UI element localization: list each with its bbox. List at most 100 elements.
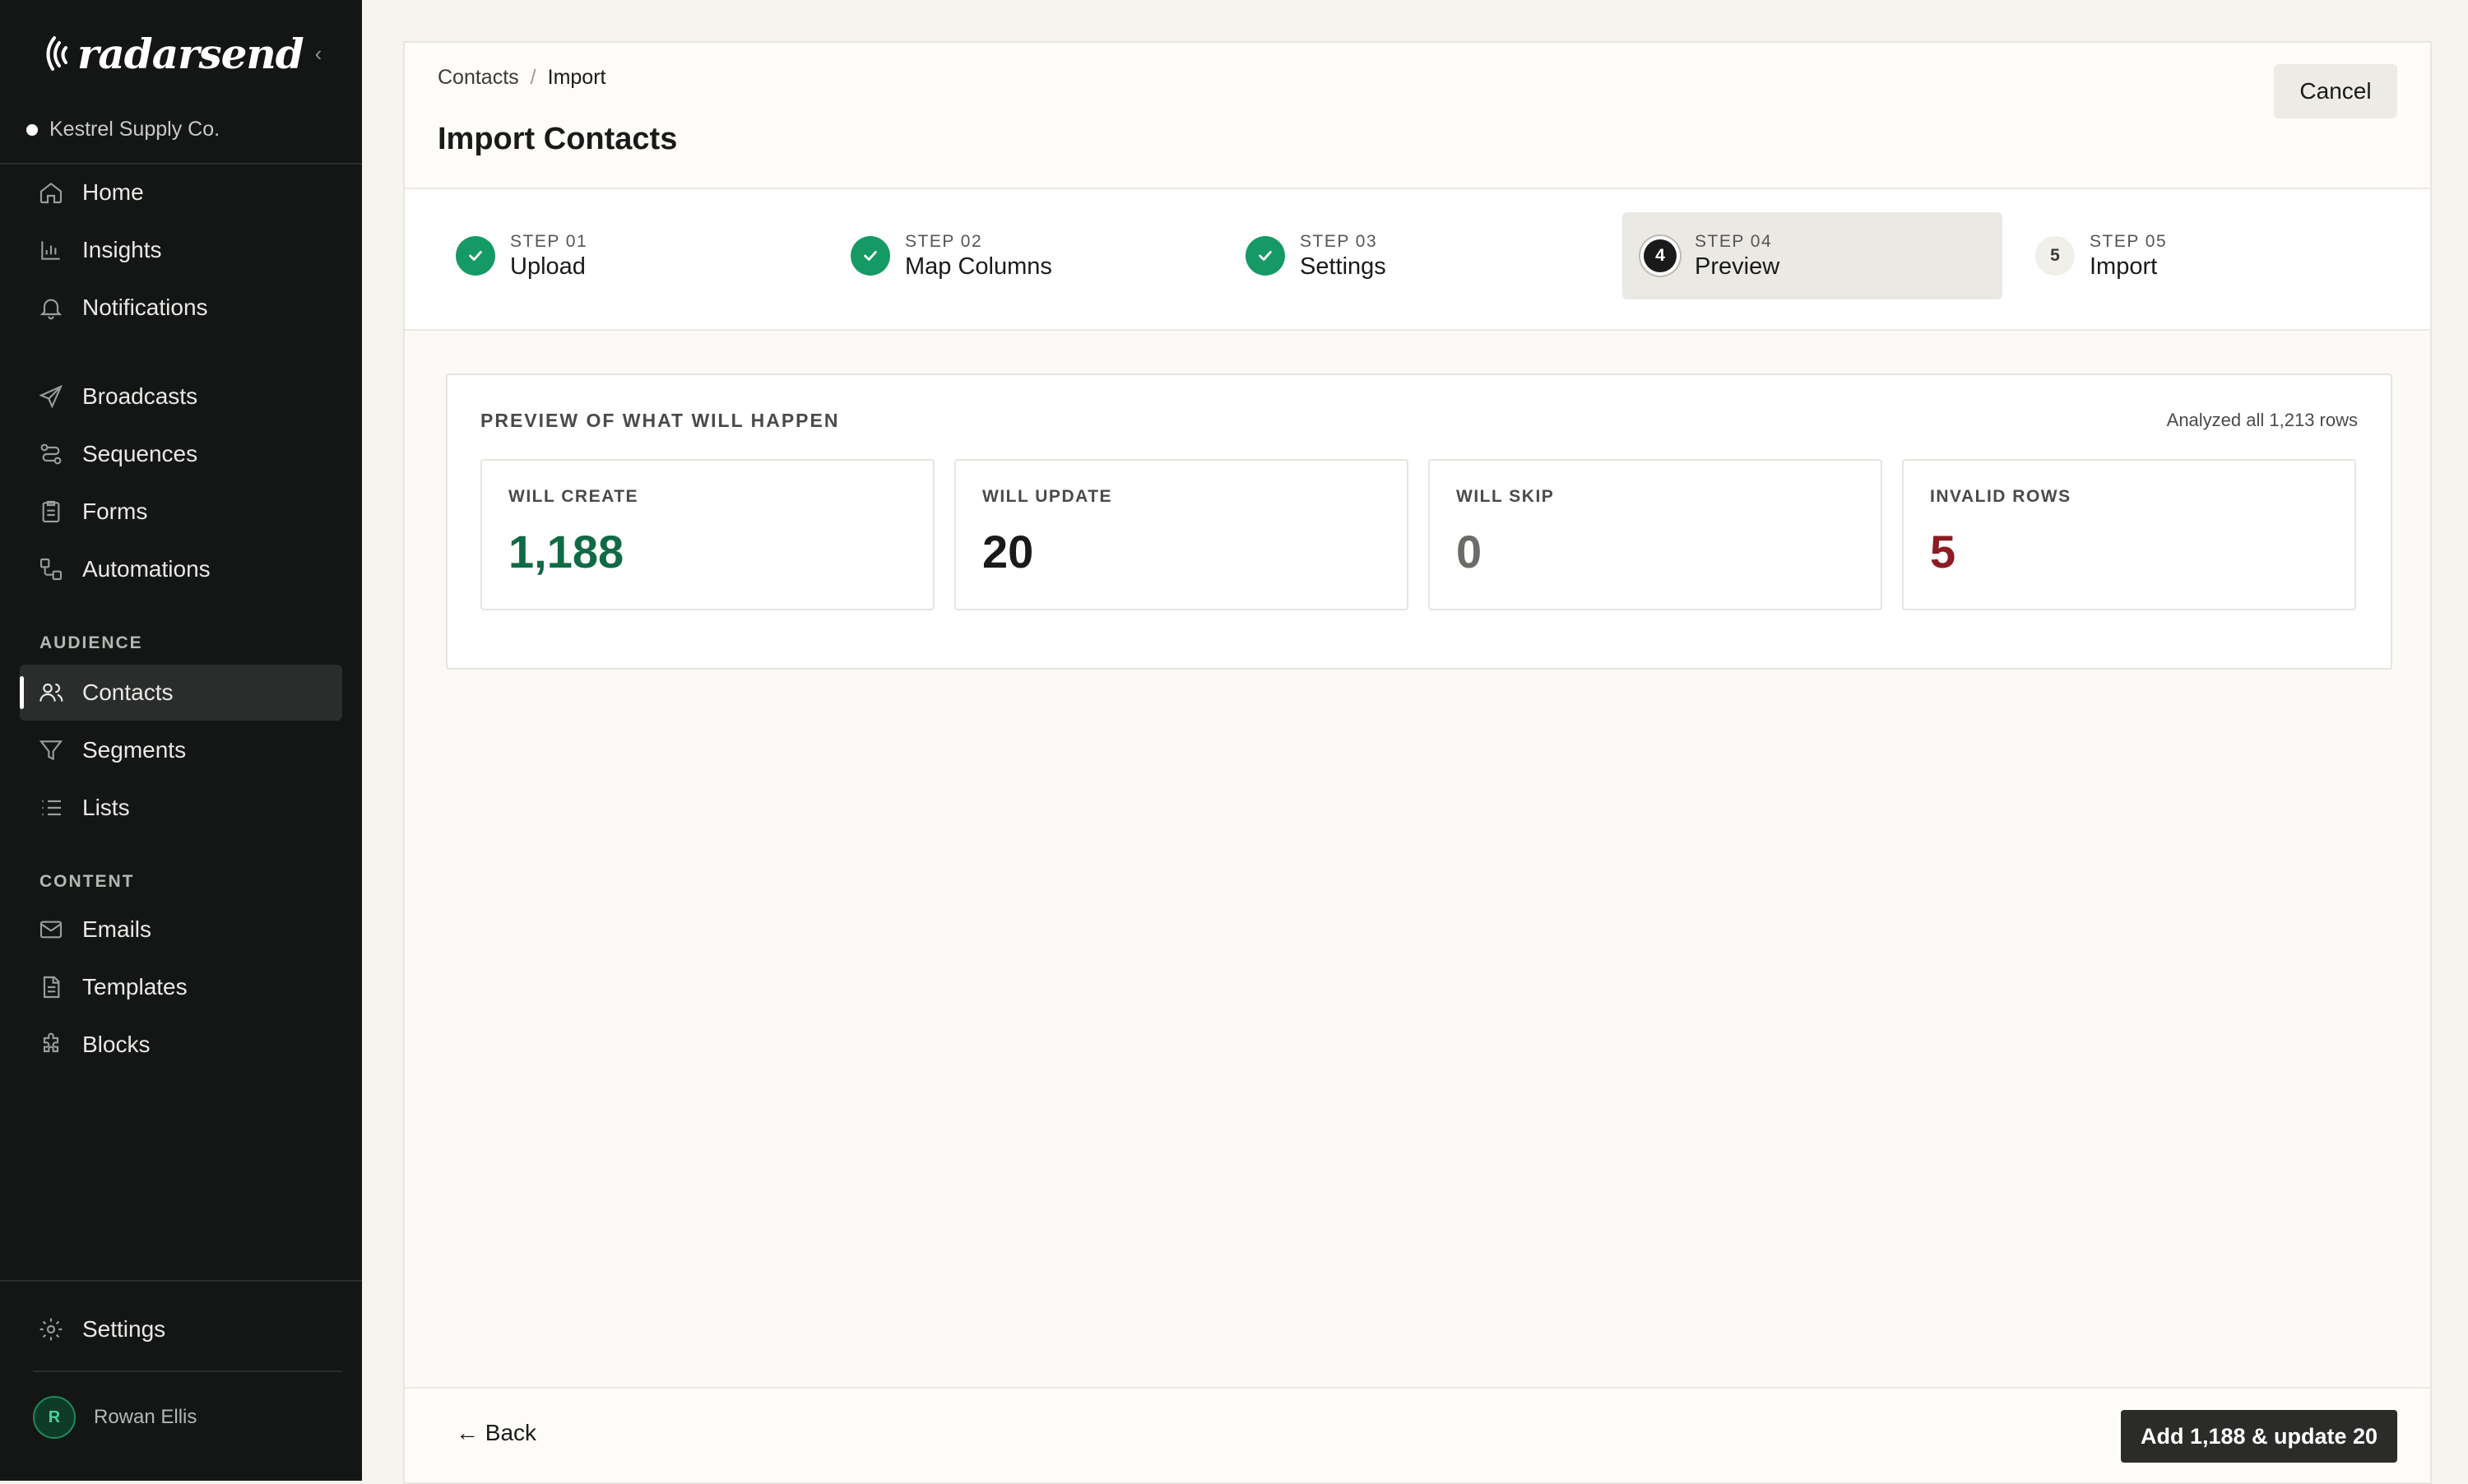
stat-label: WILL SKIP	[1456, 487, 1555, 506]
send-icon	[39, 384, 63, 409]
sidebar-item-label: Sequences	[82, 441, 198, 466]
mail-icon	[39, 921, 63, 939]
page-header: Contacts / Import Import Contacts Cancel	[405, 43, 2430, 188]
sidebar-divider	[0, 1280, 362, 1282]
step-name: Settings	[1300, 253, 1386, 280]
sidebar-item-templates[interactable]: Templates	[20, 959, 342, 1015]
bell-icon	[39, 299, 63, 320]
step-number-label: STEP 02	[905, 231, 983, 251]
breadcrumb: Contacts / Import	[438, 66, 605, 90]
document-icon	[43, 976, 60, 999]
import-wizard-panel: Contacts / Import Import Contacts Cancel…	[403, 41, 2432, 1484]
step-number-badge: 4	[1644, 239, 1677, 272]
stepper-divider	[405, 329, 2430, 331]
sidebar-item-forms[interactable]: Forms	[20, 484, 342, 540]
stat-will-update: WILL UPDATE 20	[954, 459, 1408, 610]
sidebar-item-label: Blocks	[82, 1032, 151, 1057]
wizard-footer: ← Back Add 1,188 & update 20	[405, 1389, 2430, 1482]
brand-logo[interactable]: radarsend	[38, 28, 304, 79]
brand-name: radarsend	[77, 29, 304, 78]
user-name: Rowan Ellis	[94, 1406, 197, 1428]
back-button[interactable]: ← Back	[456, 1420, 536, 1446]
step-preview[interactable]: 4 STEP 04 Preview	[1622, 212, 2002, 299]
step-name: Map Columns	[905, 253, 1052, 280]
sidebar-item-notifications[interactable]: Notifications	[20, 280, 342, 336]
stat-label: INVALID ROWS	[1930, 487, 2071, 506]
preview-title: PREVIEW OF WHAT WILL HAPPEN	[480, 410, 840, 431]
import-stepper: STEP 01 Upload STEP 02 Map Columns STEP …	[405, 189, 2430, 329]
check-icon	[851, 236, 890, 276]
filter-icon	[39, 740, 63, 761]
user-menu[interactable]: R Rowan Ellis	[33, 1396, 197, 1439]
sequence-icon	[40, 443, 62, 465]
stat-invalid-rows: INVALID ROWS 5	[1902, 459, 2356, 610]
list-icon	[42, 800, 61, 816]
step-import[interactable]: 5 STEP 05 Import	[2017, 212, 2397, 299]
step-settings[interactable]: STEP 03 Settings	[1227, 212, 1607, 299]
sidebar-item-segments[interactable]: Segments	[20, 722, 342, 778]
sidebar-item-label: Insights	[82, 237, 162, 262]
page-title: Import Contacts	[438, 122, 678, 156]
sidebar-item-label: Broadcasts	[82, 383, 198, 409]
step-number-badge: 5	[2035, 236, 2075, 276]
step-upload[interactable]: STEP 01 Upload	[438, 212, 818, 299]
sidebar-item-label: Templates	[82, 974, 188, 999]
step-name: Preview	[1695, 253, 1780, 280]
section-label-content: CONTENT	[39, 872, 135, 891]
puzzle-icon	[43, 1032, 59, 1053]
sidebar-item-emails[interactable]: Emails	[20, 902, 342, 958]
sidebar: radarsend ‹ Kestrel Supply Co. Home Insi…	[0, 0, 362, 1481]
step-number-label: STEP 03	[1300, 231, 1378, 251]
collapse-sidebar-icon[interactable]: ‹	[306, 41, 331, 66]
sidebar-item-label: Segments	[82, 737, 187, 763]
sidebar-item-settings[interactable]: Settings	[20, 1301, 342, 1357]
workspace-switcher[interactable]: Kestrel Supply Co.	[26, 118, 220, 141]
step-number-label: STEP 01	[510, 231, 588, 251]
workspace-name: Kestrel Supply Co.	[49, 118, 220, 141]
stat-value: 5	[1930, 526, 1956, 577]
sidebar-item-contacts[interactable]: Contacts	[20, 665, 342, 721]
sidebar-item-home[interactable]: Home	[20, 165, 342, 220]
sidebar-item-automations[interactable]: Automations	[20, 541, 342, 597]
confirm-import-button[interactable]: Add 1,188 & update 20	[2121, 1410, 2397, 1463]
avatar: R	[33, 1396, 76, 1439]
step-number-label: STEP 05	[2090, 231, 2168, 251]
stat-value: 0	[1456, 526, 1482, 577]
sidebar-item-label: Emails	[82, 916, 152, 942]
sidebar-item-label: Contacts	[82, 679, 174, 705]
step-map-columns[interactable]: STEP 02 Map Columns	[833, 212, 1213, 299]
sidebar-item-label: Settings	[82, 1316, 166, 1342]
step-name: Import	[2090, 253, 2158, 280]
sidebar-item-label: Notifications	[82, 294, 208, 320]
workspace-status-dot	[26, 123, 38, 136]
users-icon	[39, 683, 63, 702]
breadcrumb-import: Import	[547, 66, 606, 89]
radar-logo-icon	[46, 36, 67, 71]
sidebar-item-broadcasts[interactable]: Broadcasts	[20, 369, 342, 424]
breadcrumb-separator: /	[530, 66, 536, 89]
breadcrumb-contacts[interactable]: Contacts	[438, 66, 519, 90]
workflow-icon	[39, 558, 63, 581]
sidebar-item-label: Lists	[82, 795, 130, 820]
sidebar-item-label: Automations	[82, 556, 211, 582]
step-number-label: STEP 04	[1695, 231, 1773, 251]
preview-summary-card: PREVIEW OF WHAT WILL HAPPEN Analyzed all…	[446, 373, 2392, 670]
sidebar-item-insights[interactable]: Insights	[20, 222, 342, 278]
cancel-button[interactable]: Cancel	[2274, 64, 2397, 118]
stat-label: WILL UPDATE	[982, 487, 1113, 506]
stat-value: 20	[982, 526, 1034, 577]
rows-analyzed-text: Analyzed all 1,213 rows	[2166, 410, 2358, 430]
stat-will-skip: WILL SKIP 0	[1428, 459, 1882, 610]
sidebar-item-sequences[interactable]: Sequences	[20, 426, 342, 482]
home-icon	[39, 182, 63, 204]
check-icon	[1246, 236, 1285, 276]
stat-label: WILL CREATE	[508, 487, 639, 506]
sidebar-item-lists[interactable]: Lists	[20, 780, 342, 836]
sidebar-item-label: Home	[82, 179, 144, 205]
stat-value: 1,188	[508, 526, 624, 577]
check-icon	[456, 236, 495, 276]
clipboard-icon	[42, 500, 60, 523]
chart-icon	[41, 241, 60, 260]
stat-will-create: WILL CREATE 1,188	[480, 459, 935, 610]
sidebar-item-blocks[interactable]: Blocks	[20, 1017, 342, 1073]
